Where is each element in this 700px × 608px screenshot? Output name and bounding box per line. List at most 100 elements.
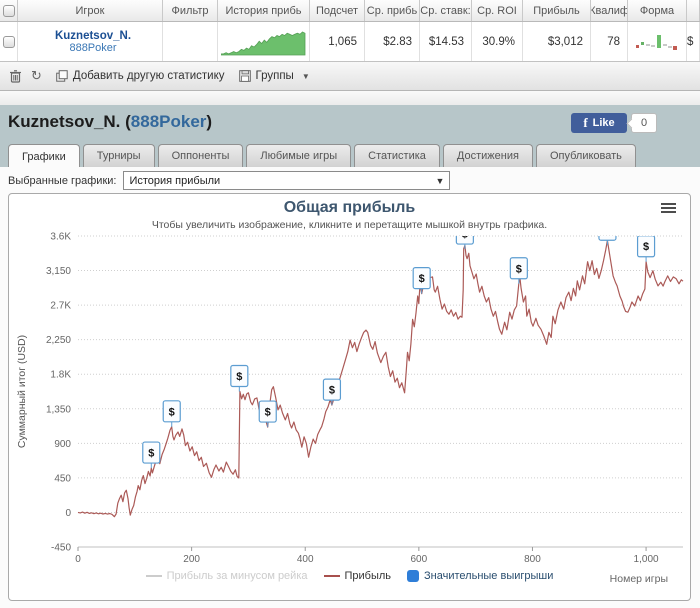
tab-achievements[interactable]: Достижения [442,144,533,167]
player-name[interactable]: Kuznetsov_N. [55,30,131,42]
like-count-badge: 0 [631,113,657,133]
significant-win-flag: $ [412,266,431,294]
legend-flag-swatch [407,570,420,582]
svg-text:$: $ [329,385,335,397]
profit-chart-panel[interactable]: 3.6K 3,150 2.7K 2,250 1.8K 1,350 900 450 0 -450 0 2… [8,193,691,601]
svg-text:$: $ [419,273,425,285]
col-header-qualified[interactable]: Квалиф [591,0,628,21]
select-all-checkbox-cell[interactable] [0,0,18,21]
chart-selector-row: Выбранные графики: История прибыли ▼ [8,171,451,190]
col-header-avg-stake[interactable]: Ср. ставк: [420,0,472,21]
avg-stake-cell: $14.53 [420,22,472,61]
significant-win-flag: $ [258,400,277,428]
svg-text:1,350: 1,350 [46,404,71,415]
add-statistic-label: Добавить другую статистику [72,70,225,82]
svg-text:1.8K: 1.8K [50,370,71,381]
profit-cell: $3,012 [523,22,591,61]
player-cell[interactable]: Kuznetsov_N. 888Poker [18,22,163,61]
copy-icon [56,70,68,82]
avg-roi-cell: 30.9% [472,22,523,61]
stats-table-header: Игрок Фильтр История прибь Подсчет Ср. п… [0,0,700,22]
form-mini-chart [634,32,680,52]
player-site: 888Poker [69,41,117,54]
svg-text:2.7K: 2.7K [50,301,71,312]
svg-text:3.6K: 3.6K [50,232,71,243]
chart-context-menu-button[interactable] [661,203,676,215]
svg-text:$: $ [236,371,242,383]
filter-cell [163,22,218,61]
chart-selector-label: Выбранные графики: [8,174,117,187]
legend-item-profit[interactable]: Прибыль [323,570,391,582]
count-cell: 1,065 [310,22,365,61]
significant-win-flag: $ [230,364,249,392]
svg-text:$: $ [169,406,175,418]
svg-text:450: 450 [54,473,71,484]
legend-line-swatch [323,575,340,577]
partial-cell: $ [687,22,700,61]
svg-text:$: $ [516,263,522,275]
tab-statistics[interactable]: Статистика [354,144,440,167]
profit-history-sparkline-cell [218,22,310,61]
refresh-icon[interactable]: ↻ [31,68,42,84]
select-all-checkbox[interactable] [2,4,15,17]
groups-icon [238,70,251,82]
page-title: Kuznetsov_N. (888Poker) [8,112,212,132]
profit-chart[interactable]: 3.6K 3,150 2.7K 2,250 1.8K 1,350 900 450 0 -450 0 2… [9,194,690,600]
select-caret-icon: ▼ [435,175,445,186]
tab-bar: Графики Турниры Оппоненты Любимые игры С… [8,144,636,168]
svg-text:$: $ [643,241,649,253]
col-header-avg-roi[interactable]: Ср. ROI [472,0,523,21]
col-header-profit-history[interactable]: История прибь [218,0,310,21]
col-header-form[interactable]: Форма [628,0,687,21]
legend-item-significant-wins[interactable]: Значительные выигрыши [407,570,553,582]
delete-icon[interactable] [10,69,21,83]
svg-text:Суммарный итог (USD): Суммарный итог (USD) [16,335,28,448]
chart-type-select[interactable]: История прибыли ▼ [123,171,451,190]
tab-opponents[interactable]: Оппоненты [157,144,244,167]
legend-label: Прибыль за минусом рейка [166,570,308,582]
row-checkbox[interactable] [2,35,15,48]
col-header-avg-profit[interactable]: Ср. прибь [365,0,420,21]
svg-text:900: 900 [54,439,71,450]
svg-text:600: 600 [411,554,428,565]
col-header-count[interactable]: Подсчет [310,0,365,21]
tab-tournaments[interactable]: Турниры [82,144,155,167]
row-checkbox-cell[interactable] [0,22,18,61]
separator-strip [0,91,700,105]
significant-win-flag: $ [142,441,161,469]
col-header-player[interactable]: Игрок [18,0,163,21]
table-toolbar: ↻ Добавить другую статистику Группы ▼ [0,62,700,91]
profile-header: Kuznetsov_N. (888Poker) f Like 0 Графики… [0,105,700,168]
col-header-filter[interactable]: Фильтр [163,0,218,21]
groups-label: Группы [255,70,294,82]
add-statistic-button[interactable]: Добавить другую статистику [56,70,225,82]
player-title-site[interactable]: 888Poker [131,112,207,131]
chart-type-value: История прибыли [129,174,221,187]
chart-legend: Прибыль за минусом рейка Прибыль Значите… [9,570,690,582]
significant-win-flag: $ [509,257,528,284]
facebook-like-button[interactable]: f Like [571,113,627,133]
svg-text:-450: -450 [51,543,71,554]
legend-item-profit-minus-rake[interactable]: Прибыль за минусом рейка [145,570,308,582]
page: Игрок Фильтр История прибь Подсчет Ср. п… [0,0,700,608]
facebook-icon: f [583,115,588,130]
x-axis-title: Номер игры [609,573,668,585]
player-title-close: ) [206,112,213,131]
table-row: Kuznetsov_N. 888Poker 1,065 $2.83 $14.53… [0,22,700,62]
significant-win-flag: $ [162,400,181,427]
player-title-name: Kuznetsov_N. ( [8,112,131,131]
chart-subtitle: Чтобы увеличить изображение, кликните и … [151,219,548,231]
like-label: Like [592,117,615,129]
svg-text:2,250: 2,250 [46,335,71,346]
svg-text:800: 800 [524,554,541,565]
col-header-profit[interactable]: Прибыль [523,0,591,21]
svg-text:1,000: 1,000 [634,554,659,565]
tab-favorite-games[interactable]: Любимые игры [246,144,352,167]
svg-text:400: 400 [297,554,314,565]
tab-publish[interactable]: Опубликовать [535,144,636,167]
svg-text:3,150: 3,150 [46,266,71,277]
svg-text:$: $ [265,407,271,419]
legend-label: Значительные выигрыши [424,570,554,582]
groups-button[interactable]: Группы ▼ [238,70,310,82]
tab-charts[interactable]: Графики [8,144,80,168]
